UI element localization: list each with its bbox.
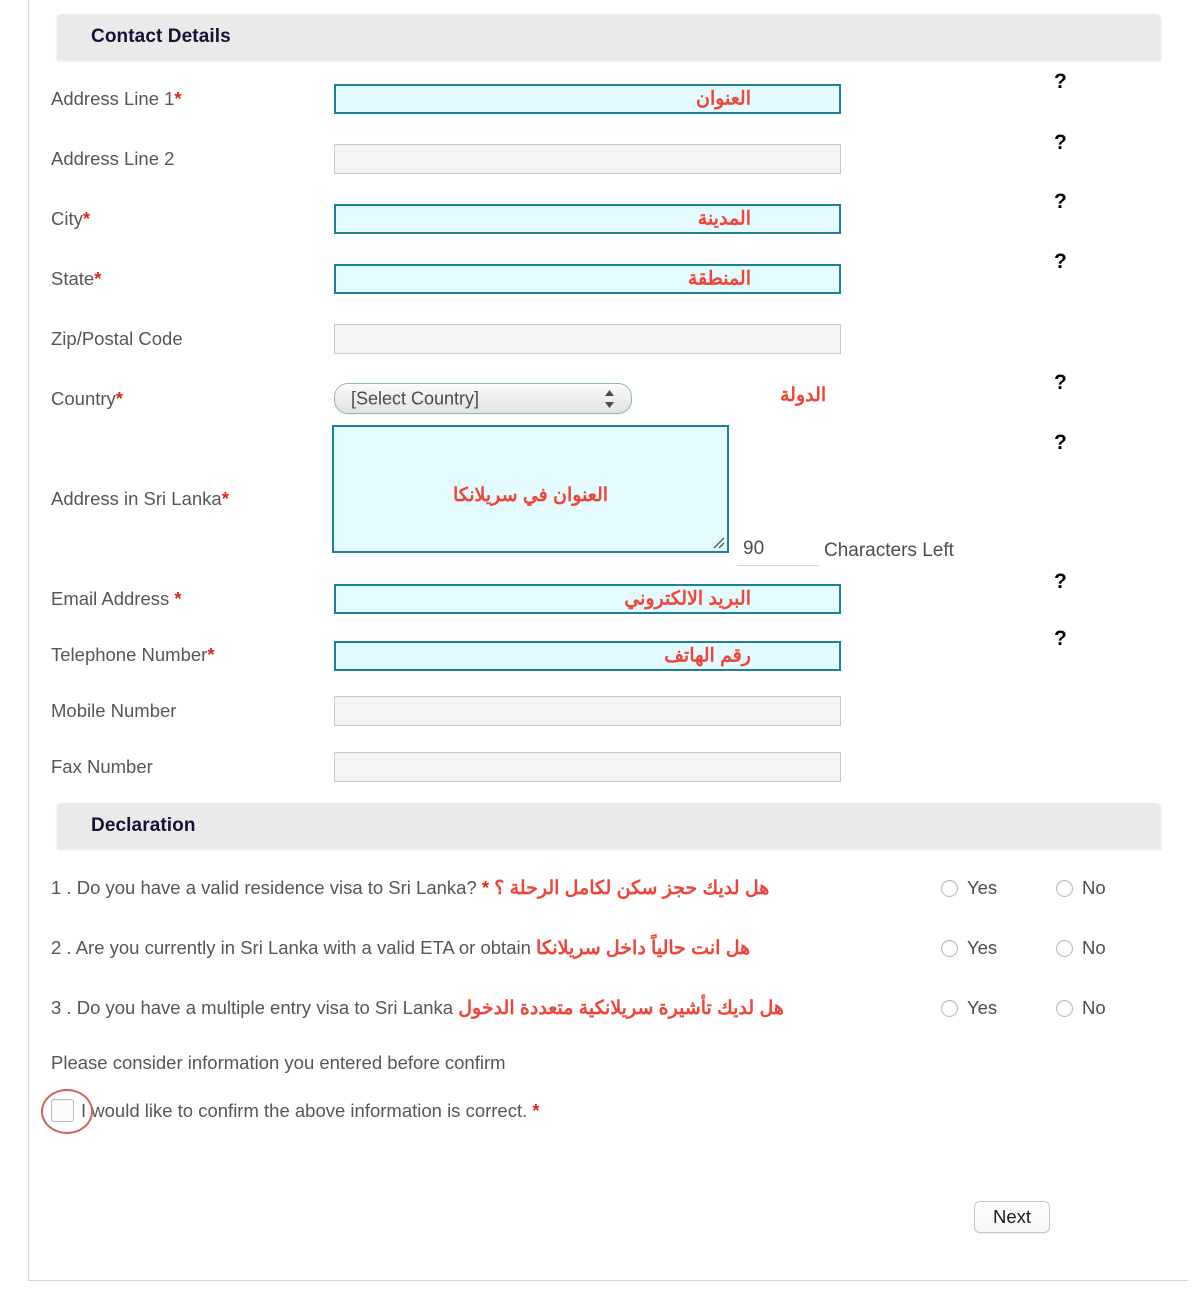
declaration-question-3-text: Do you have a multiple entry visa to Sri… <box>76 997 454 1018</box>
city-arabic-value: المدينة <box>697 208 751 230</box>
zip-postal-code-label: Zip/Postal Code <box>51 328 183 349</box>
declaration-question-3-number: 3 . <box>51 997 72 1018</box>
telephone-number-help-icon[interactable]: ? <box>1054 627 1067 651</box>
declaration-question-1: 1 . Do you have a valid residence visa t… <box>51 877 769 900</box>
telephone-number-arabic-value: رقم الهاتف <box>664 645 751 667</box>
declaration-question-1-text: Do you have a valid residence visa to Sr… <box>76 877 477 898</box>
required-asterisk: * <box>532 1100 540 1121</box>
resize-handle-icon[interactable] <box>712 536 725 549</box>
declaration-question-2-arabic: هل انت حالياً داخل سريلانكا <box>536 938 751 959</box>
zip-postal-code-input[interactable] <box>334 324 841 354</box>
declaration-question-3-arabic: هل لديك تأشيرة سريلانكية متعددة الدخول <box>458 998 784 1019</box>
address-line-2-input[interactable] <box>334 144 841 174</box>
email-address-input[interactable]: البريد الالكتروني <box>334 584 841 614</box>
radio-icon[interactable] <box>941 999 958 1017</box>
address-line-1-input[interactable]: العنوان <box>334 84 841 114</box>
mobile-number-input[interactable] <box>334 696 841 726</box>
city-help-icon[interactable]: ? <box>1054 190 1067 214</box>
telephone-number-label: Telephone Number* <box>51 644 215 665</box>
declaration-question-2-text: Are you currently in Sri Lanka with a va… <box>75 937 531 958</box>
declaration-question-3: 3 . Do you have a multiple entry visa to… <box>51 997 784 1020</box>
required-asterisk: * <box>174 88 182 109</box>
radio-icon[interactable] <box>1056 939 1073 957</box>
city-label: City* <box>51 208 91 229</box>
country-arabic-value: الدولة <box>780 385 827 406</box>
address-line-1-label: Address Line 1* <box>51 88 182 109</box>
next-button-label: Next <box>992 1206 1032 1227</box>
mobile-number-label: Mobile Number <box>51 700 177 721</box>
country-select[interactable]: [Select Country] <box>334 383 632 414</box>
form-left-border <box>28 0 29 1281</box>
contact-details-section-header: Contact Details <box>57 14 1161 60</box>
fax-number-label: Fax Number <box>51 756 153 777</box>
confirm-information-row[interactable]: I would like to confirm the above inform… <box>51 1099 539 1122</box>
required-asterisk: * <box>221 488 229 509</box>
radio-icon[interactable] <box>1056 999 1073 1017</box>
declaration-question-3-yes[interactable]: Yes <box>941 997 997 1019</box>
fax-number-input[interactable] <box>334 752 841 782</box>
address-in-sri-lanka-help-icon[interactable]: ? <box>1054 431 1067 455</box>
declaration-question-2-number: 2 . <box>51 937 72 958</box>
address-line-2-label: Address Line 2 <box>51 148 175 169</box>
declaration-question-1-no[interactable]: No <box>1056 877 1106 899</box>
form-bottom-border <box>28 1280 1188 1281</box>
state-label: State* <box>51 268 102 289</box>
declaration-question-1-marker: * <box>481 877 490 898</box>
characters-left-label: Characters Left <box>824 540 954 561</box>
declaration-question-1-number: 1 . <box>51 877 72 898</box>
radio-label-no: No <box>1082 877 1106 898</box>
address-line-1-arabic-value: العنوان <box>695 88 751 110</box>
declaration-question-2-no[interactable]: No <box>1056 937 1106 959</box>
declaration-question-1-arabic: هل لديك حجز سكن لكامل الرحلة ؟ <box>494 878 770 899</box>
email-address-label: Email Address * <box>51 588 182 609</box>
country-help-icon[interactable]: ? <box>1054 371 1067 395</box>
radio-label-no: No <box>1082 997 1106 1018</box>
address-line-1-help-icon[interactable]: ? <box>1054 70 1067 94</box>
city-input[interactable]: المدينة <box>334 204 841 234</box>
characters-left-input[interactable]: 90 <box>737 538 819 566</box>
address-in-sri-lanka-label: Address in Sri Lanka* <box>51 488 229 509</box>
confirm-information-checkbox[interactable] <box>51 1099 74 1122</box>
declaration-note: Please consider information you entered … <box>51 1052 506 1073</box>
required-asterisk: * <box>82 208 91 229</box>
email-address-help-icon[interactable]: ? <box>1054 570 1067 594</box>
declaration-question-3-no[interactable]: No <box>1056 997 1106 1019</box>
required-asterisk: * <box>94 268 102 289</box>
eta-contact-details-form: Contact Details Address Line 1* العنوان … <box>0 0 1194 1304</box>
declaration-question-1-yes[interactable]: Yes <box>941 877 997 899</box>
required-asterisk: * <box>207 644 215 665</box>
confirm-information-label: I would like to confirm the above inform… <box>81 1099 540 1121</box>
radio-icon[interactable] <box>941 939 958 957</box>
state-arabic-value: المنطقة <box>687 268 751 290</box>
declaration-question-2-yes[interactable]: Yes <box>941 937 997 959</box>
address-in-sri-lanka-arabic-value: العنوان في سريلانكا <box>452 485 609 506</box>
chevron-updown-icon <box>604 388 615 410</box>
radio-label-yes: Yes <box>967 877 998 898</box>
contact-details-title: Contact Details <box>91 26 231 47</box>
radio-icon[interactable] <box>1056 879 1073 897</box>
required-asterisk: * <box>115 388 123 409</box>
declaration-title: Declaration <box>91 815 196 836</box>
radio-label-yes: Yes <box>967 997 998 1018</box>
radio-label-yes: Yes <box>967 937 998 958</box>
address-in-sri-lanka-textarea[interactable]: العنوان في سريلانكا <box>332 425 729 553</box>
radio-label-no: No <box>1082 937 1106 958</box>
country-select-value: [Select Country] <box>351 388 480 408</box>
country-label: Country* <box>51 388 123 409</box>
declaration-section-header: Declaration <box>57 803 1161 849</box>
declaration-question-2: 2 . Are you currently in Sri Lanka with … <box>51 937 750 960</box>
characters-left-value: 90 <box>743 538 765 559</box>
address-line-2-help-icon[interactable]: ? <box>1054 131 1067 155</box>
required-asterisk: * <box>174 588 182 609</box>
next-button[interactable]: Next <box>974 1201 1050 1233</box>
state-help-icon[interactable]: ? <box>1054 250 1067 274</box>
radio-icon[interactable] <box>941 879 958 897</box>
telephone-number-input[interactable]: رقم الهاتف <box>334 641 841 671</box>
email-address-arabic-value: البريد الالكتروني <box>624 588 751 610</box>
state-input[interactable]: المنطقة <box>334 264 841 294</box>
